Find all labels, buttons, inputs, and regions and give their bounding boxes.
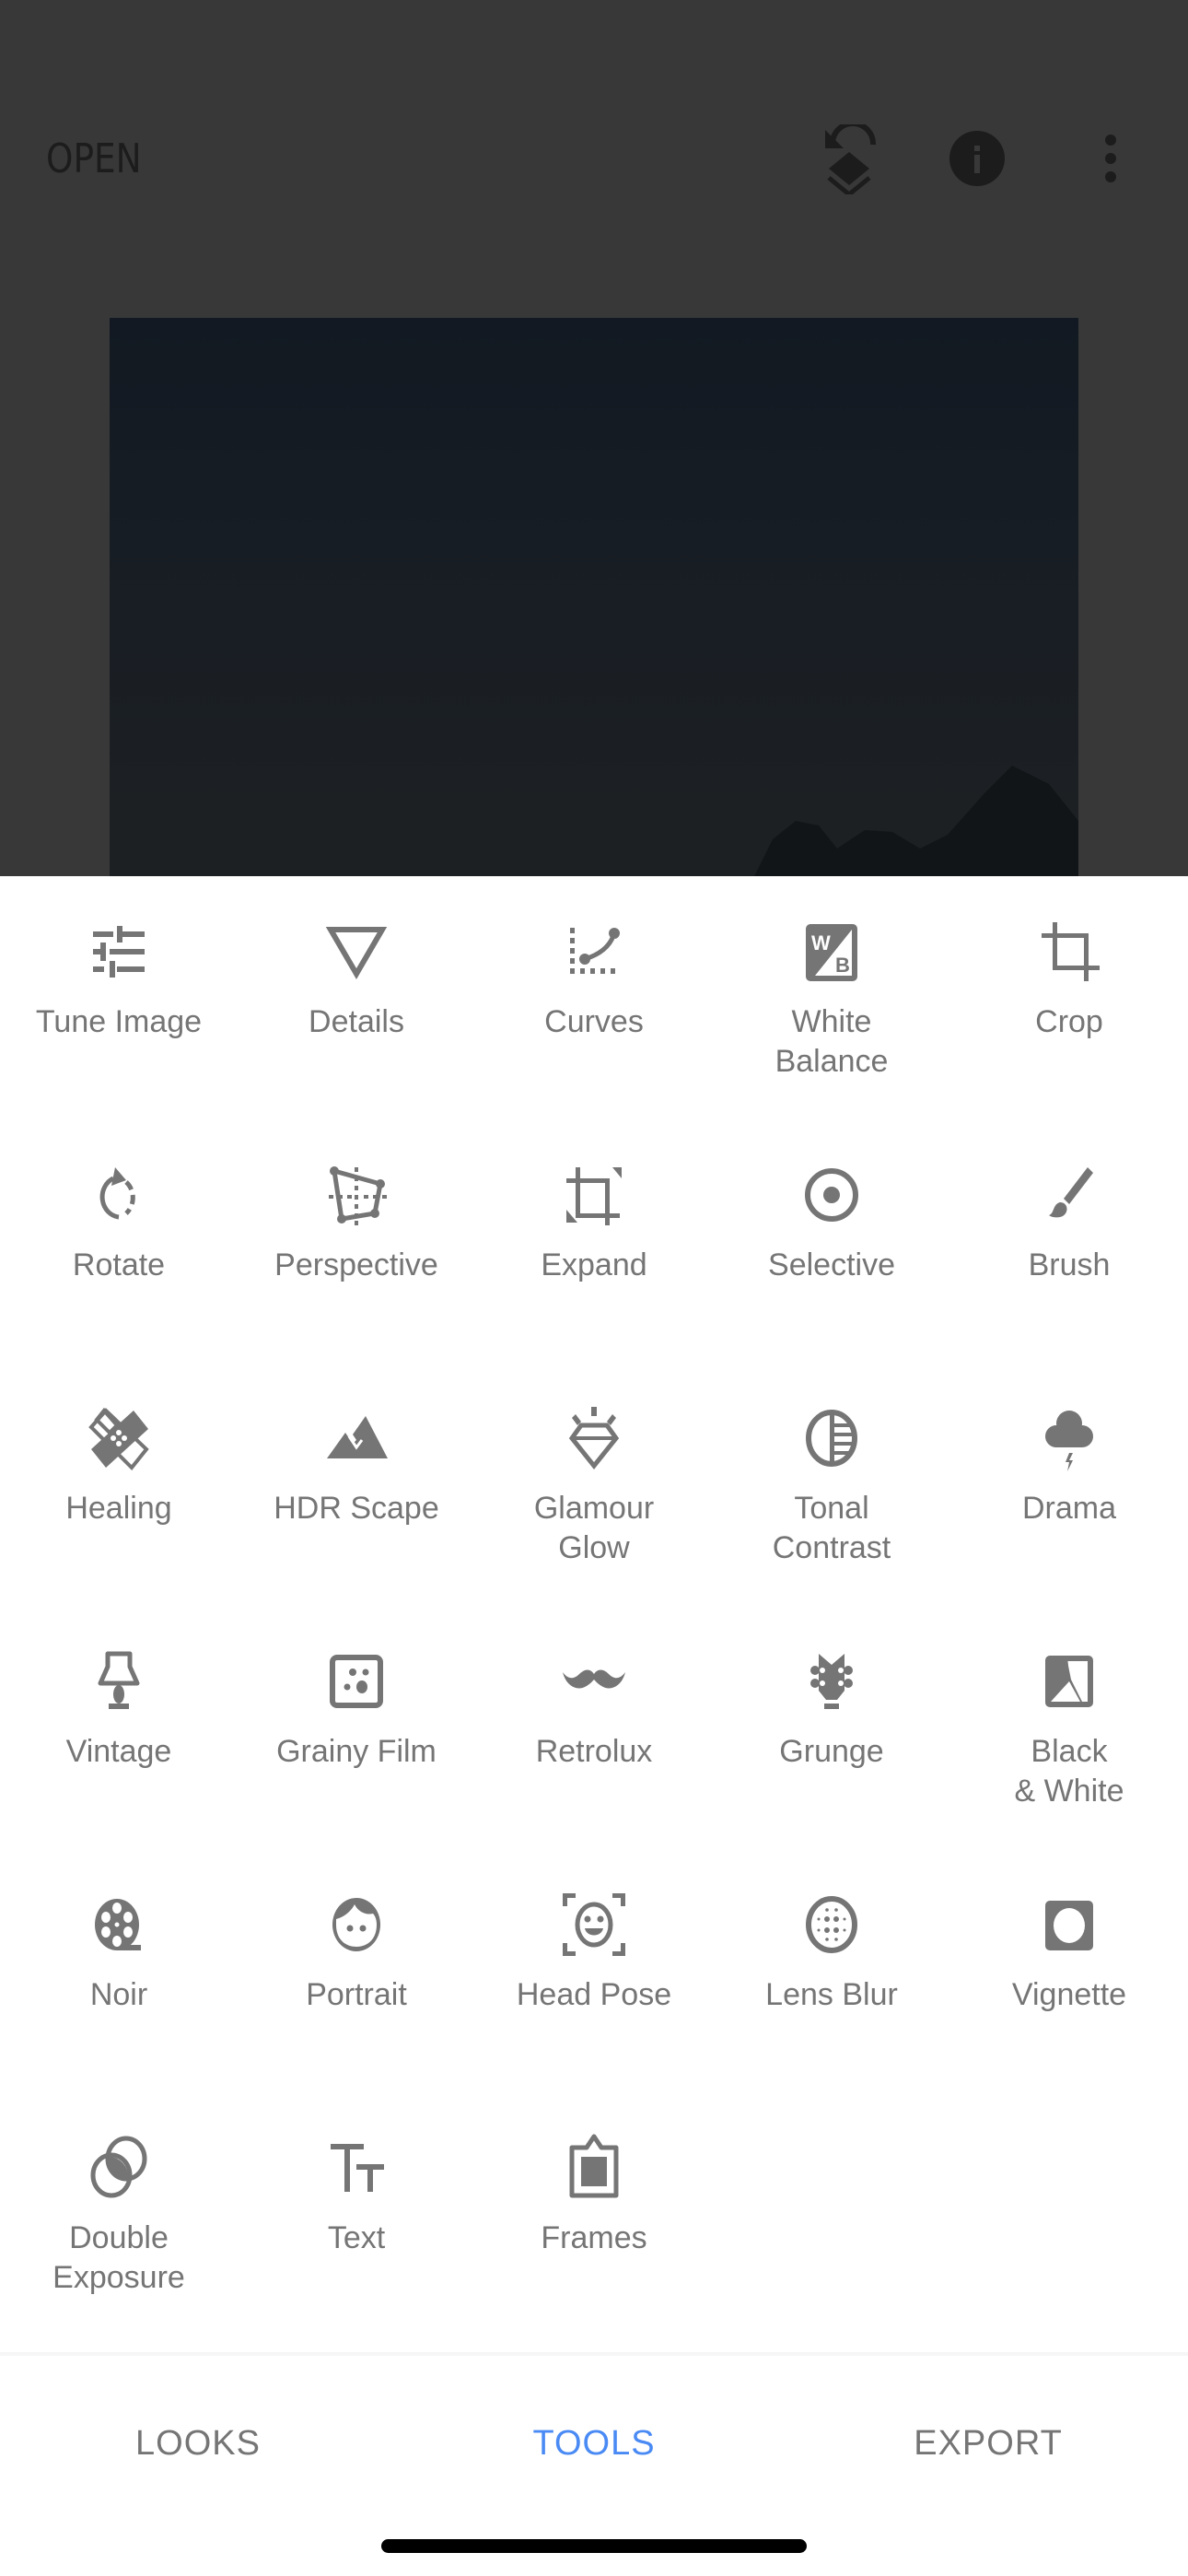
open-button[interactable]: OPEN xyxy=(46,134,142,185)
tool-label: Grainy Film xyxy=(276,1734,437,1769)
tool-label: Glamour Glow xyxy=(533,1491,655,1565)
tool-label: Curves xyxy=(544,1004,644,1039)
tool-frames[interactable]: Frames xyxy=(475,2103,713,2347)
tool-tonal-contrast[interactable]: Tonal Contrast xyxy=(713,1374,950,1617)
tool-retrolux[interactable]: Retrolux xyxy=(475,1617,713,1860)
black-white-icon xyxy=(1032,1645,1106,1718)
tool-label: Tonal Contrast xyxy=(772,1491,891,1565)
mustache-icon xyxy=(557,1645,631,1718)
tool-hdr-scape[interactable]: HDR Scape xyxy=(238,1374,475,1617)
crop-icon xyxy=(1032,915,1106,989)
storm-cloud-icon xyxy=(1032,1401,1106,1475)
perspective-icon xyxy=(320,1158,393,1232)
svg-text:W: W xyxy=(811,931,831,954)
tool-label: Rotate xyxy=(72,1247,166,1282)
tool-perspective[interactable]: Perspective xyxy=(238,1130,475,1374)
tool-grunge[interactable]: Grunge xyxy=(713,1617,950,1860)
vignette-icon xyxy=(1032,1888,1106,1961)
tab-looks[interactable]: LOOKS xyxy=(60,2420,336,2466)
lamp-icon xyxy=(82,1645,156,1718)
tool-label: Double Exposure xyxy=(52,2220,185,2295)
photo-preview xyxy=(110,318,1078,876)
film-reel-icon xyxy=(82,1888,156,1961)
frame-icon xyxy=(557,2131,631,2205)
expand-icon xyxy=(557,1158,631,1232)
tool-drama[interactable]: Drama xyxy=(950,1374,1188,1617)
bandage-icon xyxy=(82,1401,156,1475)
tool-label: Portrait xyxy=(306,1977,407,2012)
white-balance-icon: WB xyxy=(795,915,868,989)
tool-glamour-glow[interactable]: Glamour Glow xyxy=(475,1374,713,1617)
tool-vignette[interactable]: Vignette xyxy=(950,1860,1188,2103)
tool-white-balance[interactable]: W B White Balance xyxy=(713,887,950,1130)
tool-label: Selective xyxy=(768,1247,895,1282)
tool-label: Vintage xyxy=(65,1734,172,1769)
tool-label: Noir xyxy=(89,1977,148,2012)
tool-label: Retrolux xyxy=(535,1734,653,1769)
tool-vintage[interactable]: Vintage xyxy=(0,1617,238,1860)
tool-crop[interactable]: Crop xyxy=(950,887,1188,1130)
tool-label: Frames xyxy=(541,2220,647,2255)
tool-portrait[interactable]: Portrait xyxy=(238,1860,475,2103)
tool-tune-image[interactable]: Tune Image xyxy=(0,887,238,1130)
tool-label: Crop xyxy=(1035,1004,1103,1039)
tree-silhouette xyxy=(754,766,1078,876)
tool-label: White Balance xyxy=(775,1004,889,1079)
selective-icon xyxy=(795,1158,868,1232)
curves-icon xyxy=(557,915,631,989)
grain-icon xyxy=(320,1645,393,1718)
brush-icon xyxy=(1032,1158,1106,1232)
tool-selective[interactable]: Selective xyxy=(713,1130,950,1374)
tool-label: Head Pose xyxy=(516,1977,672,2012)
tools-panel: Tune Image Details Curves W B White Balance Cr… xyxy=(0,876,1188,2354)
tool-label: Healing xyxy=(65,1491,172,1526)
bottom-nav: LOOKS TOOLS EXPORT xyxy=(0,2356,1188,2531)
tab-tools[interactable]: TOOLS xyxy=(456,2420,732,2466)
home-indicator[interactable] xyxy=(381,2539,807,2553)
tool-label: Vignette xyxy=(1011,1977,1127,2012)
sliders-icon xyxy=(82,915,156,989)
tool-label: Lens Blur xyxy=(765,1977,898,2012)
undo-layers-icon[interactable] xyxy=(820,124,879,194)
tool-rotate[interactable]: Rotate xyxy=(0,1130,238,1374)
info-icon[interactable] xyxy=(949,131,1005,186)
tool-brush[interactable]: Brush xyxy=(950,1130,1188,1374)
tool-double-exposure[interactable]: Double Exposure xyxy=(0,2103,238,2347)
tool-healing[interactable]: Healing xyxy=(0,1374,238,1617)
tool-noir[interactable]: Noir xyxy=(0,1860,238,2103)
tool-details[interactable]: Details xyxy=(238,887,475,1130)
editor-header-area: OPEN xyxy=(0,0,1188,876)
face-frame-icon xyxy=(557,1888,631,1961)
rotate-icon xyxy=(82,1158,156,1232)
text-icon xyxy=(320,2131,393,2205)
tool-head-pose[interactable]: Head Pose xyxy=(475,1860,713,2103)
tool-label: Perspective xyxy=(274,1247,438,1282)
mountain-icon xyxy=(320,1401,393,1475)
guitar-head-icon xyxy=(795,1645,868,1718)
tool-label: Tune Image xyxy=(35,1004,203,1039)
tool-label: HDR Scape xyxy=(274,1491,439,1526)
tool-label: Expand xyxy=(541,1247,647,1282)
tool-text[interactable]: Text xyxy=(238,2103,475,2347)
face-icon xyxy=(320,1888,393,1961)
tool-grainy-film[interactable]: Grainy Film xyxy=(238,1617,475,1860)
tool-label: Grunge xyxy=(779,1734,884,1769)
tool-label: Text xyxy=(327,2220,386,2255)
tool-label: Details xyxy=(309,1004,404,1039)
tool-black-white[interactable]: Black & White xyxy=(950,1617,1188,1860)
tab-export[interactable]: EXPORT xyxy=(850,2420,1126,2466)
tool-label: Brush xyxy=(1028,1247,1111,1282)
tool-label: Black & White xyxy=(1014,1734,1124,1809)
svg-text:B: B xyxy=(835,954,850,977)
tool-lens-blur[interactable]: Lens Blur xyxy=(713,1860,950,2103)
diamond-icon xyxy=(557,1401,631,1475)
tool-curves[interactable]: Curves xyxy=(475,887,713,1130)
more-vert-icon[interactable] xyxy=(1100,135,1122,182)
tool-label: Drama xyxy=(1021,1491,1117,1526)
double-exposure-icon xyxy=(82,2131,156,2205)
tonal-contrast-icon xyxy=(795,1401,868,1475)
tool-expand[interactable]: Expand xyxy=(475,1130,713,1374)
lens-blur-icon xyxy=(795,1888,868,1961)
triangle-down-icon xyxy=(320,915,393,989)
